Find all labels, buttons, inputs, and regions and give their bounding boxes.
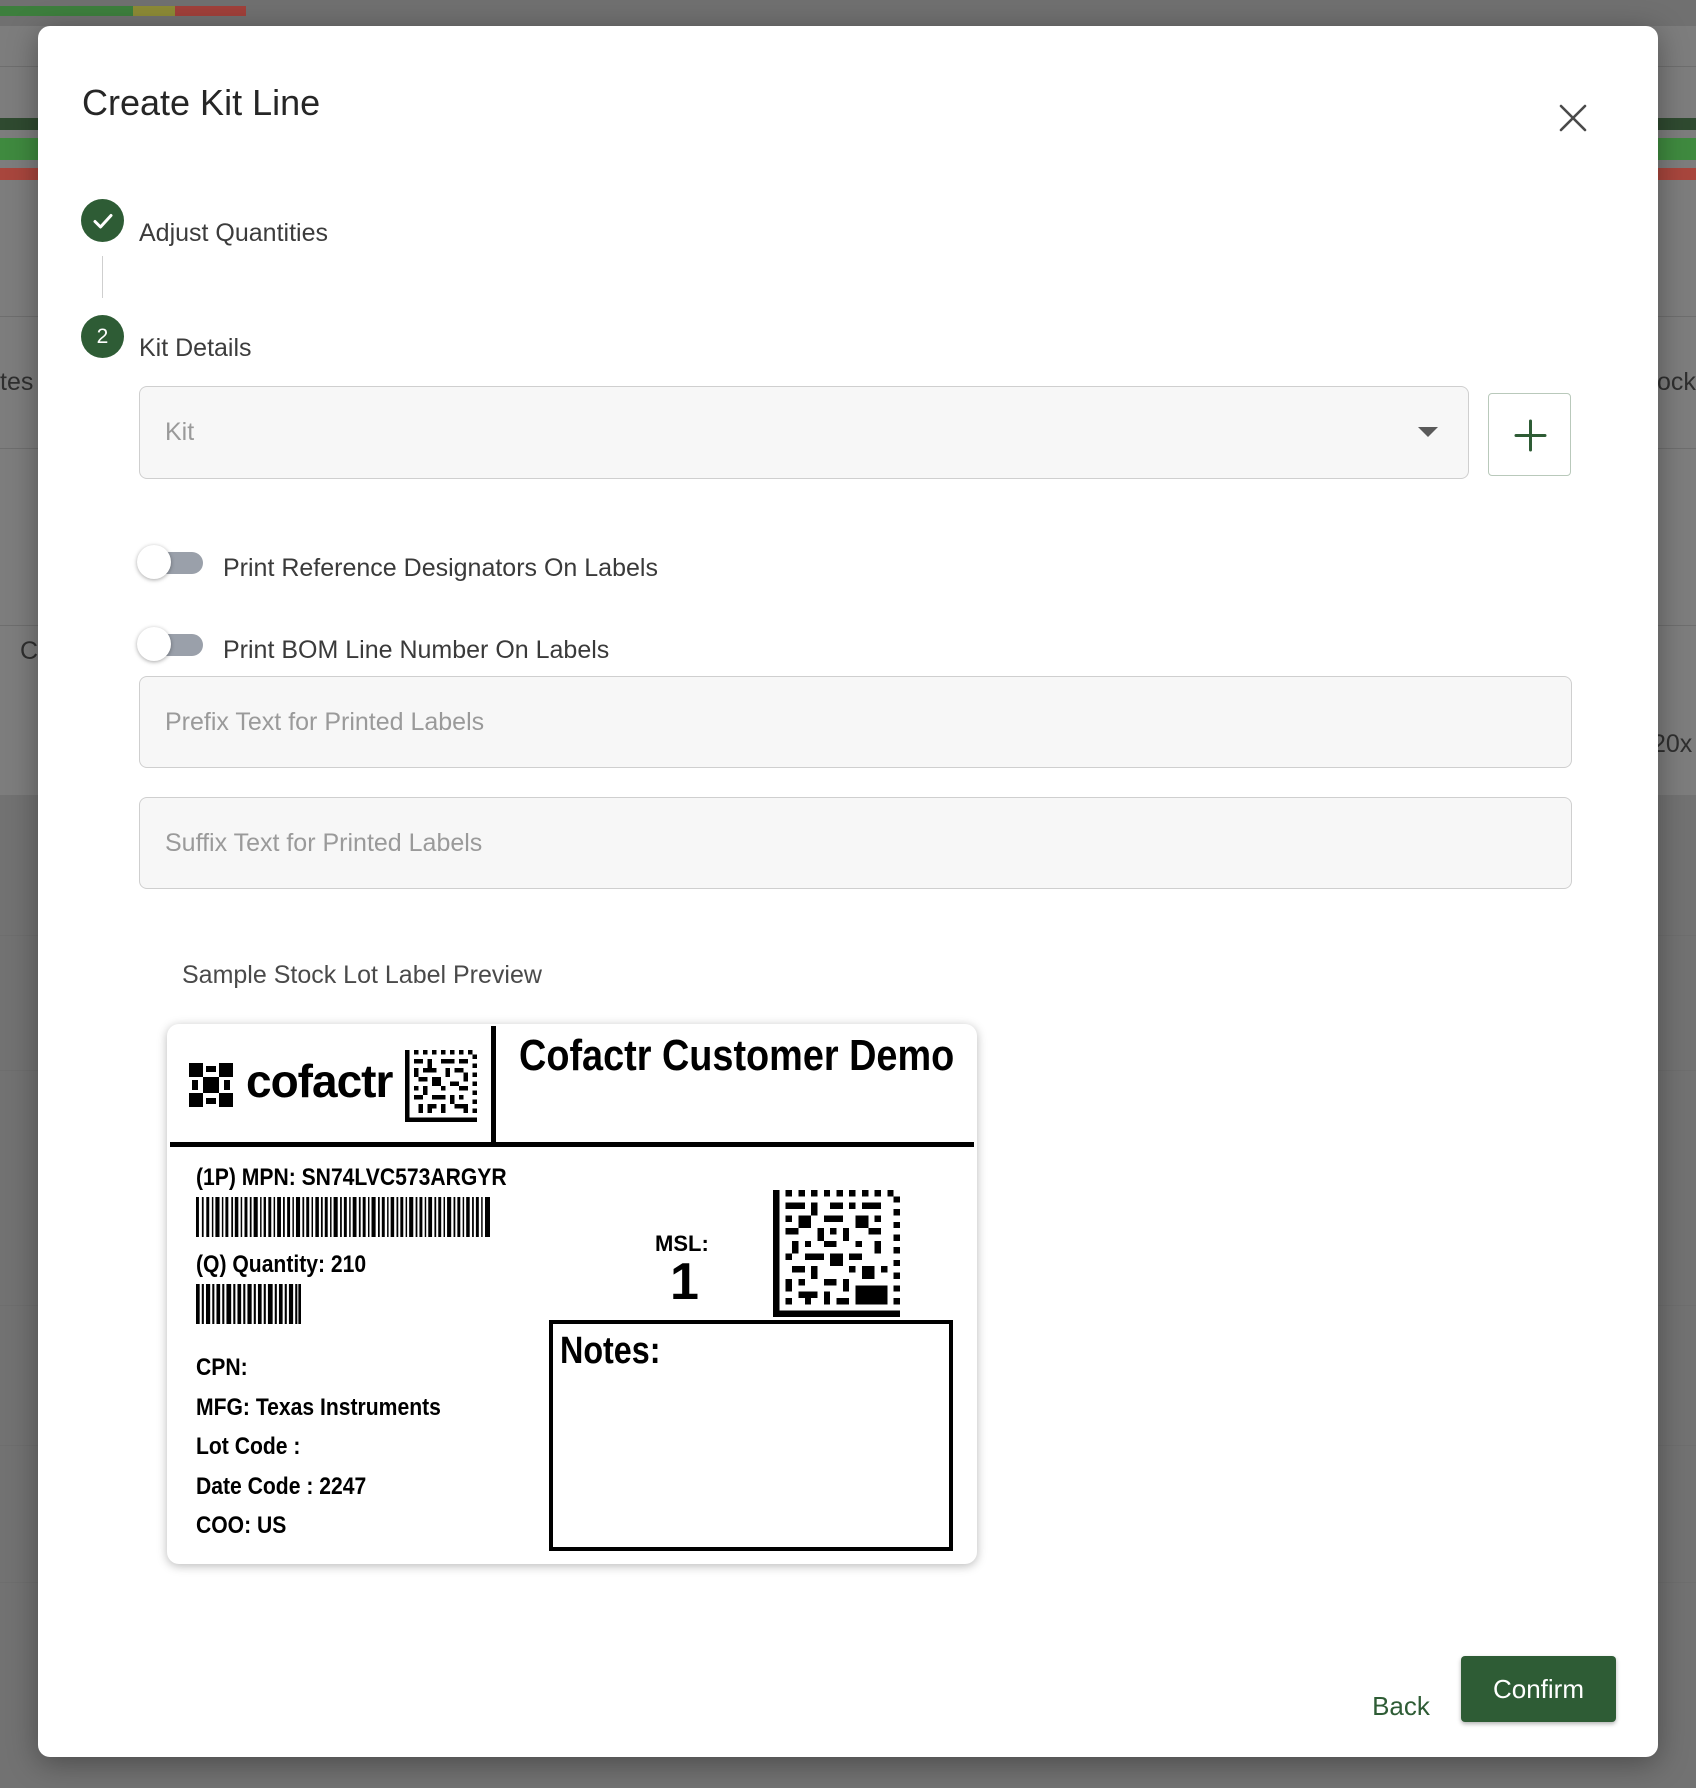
background-text: 20x [1652, 730, 1693, 758]
suffix-text-input[interactable] [139, 797, 1572, 889]
label-lot-code: Lot Code : [196, 1433, 301, 1460]
background-status-bar [0, 6, 133, 16]
data-matrix-large-icon [773, 1190, 900, 1317]
close-icon [1559, 104, 1587, 132]
mpn-barcode-icon [196, 1197, 490, 1237]
background-text: C [20, 637, 39, 665]
label-logo-text: cofactr [246, 1055, 393, 1107]
background-header-band [0, 0, 1696, 26]
background-status-bar [133, 6, 175, 16]
label-notes-box: Notes: [549, 1320, 953, 1551]
label-notes-caption: Notes: [560, 1330, 661, 1372]
quantity-barcode-icon [196, 1284, 301, 1324]
toggle-knob [137, 545, 171, 579]
step-1-complete-icon [81, 199, 124, 242]
toggle-bom-line-number[interactable] [137, 626, 207, 662]
add-kit-button[interactable] [1488, 393, 1571, 476]
back-button[interactable]: Back [1351, 1674, 1451, 1738]
step-2-number: 2 [81, 315, 124, 358]
label-coo: COO: US [196, 1512, 287, 1539]
label-divider [491, 1026, 496, 1143]
toggle-reference-designators[interactable] [137, 544, 207, 580]
label-msl-value: 1 [670, 1253, 699, 1311]
plus-icon [1514, 419, 1547, 452]
background-text: tes [0, 368, 34, 396]
prefix-text-input[interactable] [139, 676, 1572, 768]
background-status-bar [175, 6, 246, 16]
caret-down-icon [1418, 427, 1438, 437]
data-matrix-small-icon [405, 1050, 477, 1122]
step-connector [102, 256, 103, 298]
toggle-knob [137, 627, 171, 661]
label-preview-caption: Sample Stock Lot Label Preview [182, 961, 542, 989]
check-icon [93, 213, 112, 228]
stock-lot-label-preview: cofactr Cofactr Customer Demo (1P) MPN: … [167, 1024, 977, 1564]
label-quantity: (Q) Quantity: 210 [196, 1251, 367, 1278]
toggle-bom-line-number-label: Print BOM Line Number On Labels [223, 636, 610, 664]
label-divider [170, 1142, 974, 1147]
label-cpn: CPN: [196, 1354, 248, 1381]
toggle-reference-designators-label: Print Reference Designators On Labels [223, 554, 658, 582]
kit-select[interactable]: Kit [139, 386, 1469, 479]
kit-select-placeholder: Kit [165, 418, 195, 446]
close-button[interactable] [1551, 96, 1595, 140]
label-mpn: (1P) MPN: SN74LVC573ARGYR [196, 1164, 507, 1191]
label-mfg: MFG: Texas Instruments [196, 1394, 441, 1421]
step-kit-details: Kit Details [139, 334, 252, 362]
cofactr-logo-icon [189, 1063, 233, 1107]
label-customer-name: Cofactr Customer Demo [519, 1031, 955, 1080]
dialog-title: Create Kit Line [82, 82, 321, 123]
confirm-button[interactable]: Confirm [1461, 1656, 1616, 1722]
step-adjust-quantities: Adjust Quantities [139, 219, 328, 247]
label-date-code: Date Code : 2247 [196, 1473, 367, 1500]
create-kit-line-dialog: Create Kit Line Adjust Quantities 2 Kit … [38, 26, 1658, 1757]
